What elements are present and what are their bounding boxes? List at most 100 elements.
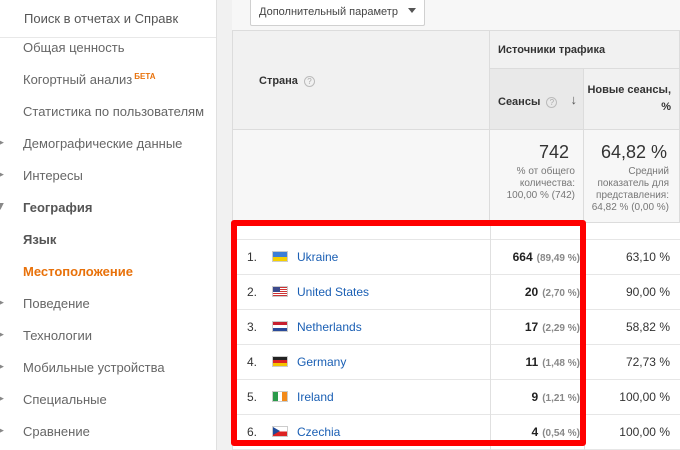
collapse-caret-icon: ▶ (0, 203, 6, 210)
sidebar-item-label: Мобильные устройства (23, 360, 165, 375)
table-row[interactable]: 5. Ireland 9 (1,21 %) 100,00 % (232, 380, 680, 415)
sessions-cell: 11 (1,48 %) (490, 355, 580, 369)
totals-new-sessions-value: 64,82 % (600, 142, 667, 162)
sidebar-item-location[interactable]: Местоположение (0, 260, 216, 284)
sidebar-item-label: География (23, 200, 93, 215)
sidebar-item-lifetime-value[interactable]: Общая ценность (0, 36, 216, 60)
row-number: 5. (247, 390, 258, 404)
flag-ireland-icon (272, 391, 288, 402)
table-row[interactable]: 6. Czechia 4 (0,54 %) 100,00 % (232, 415, 680, 450)
sessions-percent: (0,54 %) (542, 428, 580, 439)
sessions-cell: 4 (0,54 %) (490, 425, 580, 439)
table-row[interactable]: 3. Netherlands 17 (2,29 %) 58,82 % (232, 310, 680, 345)
flag-ukraine-icon (272, 251, 288, 262)
sidebar-item-label: Статистика по пользователям (23, 104, 205, 119)
sidebar-item-label: Местоположение (23, 264, 133, 279)
sidebar: Поиск в отчетах и Справк Общая ценность … (0, 0, 216, 450)
new-sessions-cell: 58,82 % (625, 320, 670, 334)
sidebar-divider[interactable] (216, 0, 232, 450)
sidebar-item-technology[interactable]: ▶ Технологии (0, 324, 216, 348)
flag-united-states-icon (272, 286, 288, 297)
new-sessions-cell: 100,00 % (619, 390, 670, 404)
sidebar-item-cohort-analysis[interactable]: Когортный анализ БЕТА (0, 68, 216, 92)
expand-caret-icon: ▶ (0, 425, 4, 435)
help-icon[interactable]: ? (303, 75, 315, 87)
country-link[interactable]: Ukraine (297, 250, 338, 264)
report-search[interactable]: Поиск в отчетах и Справк (0, 0, 216, 38)
row-number: 4. (247, 355, 258, 369)
sidebar-item-label: Специальные (23, 392, 107, 407)
country-link[interactable]: United States (297, 285, 369, 299)
sidebar-item-geo[interactable]: ▶ География (0, 196, 216, 220)
sessions-value: 4 (531, 425, 539, 439)
column-header-country[interactable]: Страна? (232, 30, 490, 130)
expand-caret-icon: ▶ (0, 137, 4, 147)
column-header-text: Сеансы (498, 96, 541, 108)
totals-new-sessions-note: Средний показатель для представления: 64… (591, 166, 669, 213)
beta-badge: БЕТА (134, 72, 156, 81)
sessions-value: 20 (524, 285, 539, 299)
country-link[interactable]: Czechia (297, 425, 340, 439)
sessions-percent: (2,29 %) (542, 323, 580, 334)
sessions-percent: (2,70 %) (542, 288, 580, 299)
totals-sessions-value: 742 (538, 142, 569, 162)
column-group-header: Источники трафика (490, 30, 680, 69)
totals-sessions-cell: 742 % от общего количества: 100,00 % (74… (490, 130, 584, 223)
flag-germany-icon (272, 356, 288, 367)
expand-caret-icon: ▶ (0, 329, 4, 339)
sessions-cell: 20 (2,70 %) (490, 285, 580, 299)
sidebar-item-user-explorer[interactable]: Статистика по пользователям (0, 100, 216, 124)
column-group-label: Источники трафика (498, 44, 606, 56)
column-separator (490, 223, 491, 450)
totals-label-cell (232, 130, 490, 223)
country-link[interactable]: Netherlands (297, 320, 362, 334)
table-row[interactable]: 1. Ukraine 664 (89,49 %) 63,10 % (232, 240, 680, 275)
column-header-label: Страна? (259, 75, 315, 87)
sidebar-item-text: Когортный анализ (23, 72, 133, 87)
sidebar-item-label: Поведение (23, 296, 90, 311)
sort-descending-icon[interactable]: ↓ (571, 92, 578, 107)
sidebar-item-interests[interactable]: ▶ Интересы (0, 164, 216, 188)
new-sessions-cell: 72,73 % (625, 355, 670, 369)
country-link[interactable]: Ireland (297, 390, 334, 404)
column-header-sessions[interactable]: Сеансы? ↓ (490, 69, 584, 130)
sidebar-item-custom[interactable]: ▶ Специальные (0, 388, 216, 412)
report-table: Страна? Источники трафика Сеансы? ↓ Новы… (232, 30, 680, 450)
table-row[interactable]: 2. United States 20 (2,70 %) 90,00 % (232, 275, 680, 310)
table-row[interactable]: 4. Germany 11 (1,48 %) 72,73 % (232, 345, 680, 380)
sidebar-item-label: Общая ценность (23, 40, 125, 55)
column-header-label: Сеансы? (498, 96, 558, 108)
sidebar-item-language[interactable]: Язык (0, 228, 216, 252)
sessions-value: 17 (524, 320, 539, 334)
sidebar-item-mobile[interactable]: ▶ Мобильные устройства (0, 356, 216, 380)
totals-new-sessions-cell: 64,82 % Средний показатель для представл… (584, 130, 680, 223)
sidebar-item-behavior[interactable]: ▶ Поведение (0, 292, 216, 316)
sidebar-item-label: Технологии (23, 328, 93, 343)
search-input[interactable]: Поиск в отчетах и Справк (24, 11, 178, 26)
row-number: 1. (247, 250, 258, 264)
sessions-percent: (89,49 %) (536, 253, 580, 264)
sessions-cell: 664 (89,49 %) (490, 250, 580, 264)
totals-sessions-note: % от общего количества: 100,00 % (742) (506, 166, 575, 201)
sessions-cell: 9 (1,21 %) (490, 390, 580, 404)
expand-caret-icon: ▶ (0, 393, 4, 403)
table-spacer (232, 223, 680, 240)
report-toolbar: Дополнительный параметр (232, 0, 680, 30)
column-header-text: Страна (259, 75, 298, 87)
new-sessions-cell: 90,00 % (625, 285, 670, 299)
country-link[interactable]: Germany (297, 355, 346, 369)
sidebar-item-benchmarking[interactable]: ▶ Сравнение (0, 420, 216, 444)
column-separator (232, 223, 233, 450)
sessions-percent: (1,21 %) (542, 393, 580, 404)
help-icon[interactable]: ? (546, 96, 558, 108)
sessions-value: 9 (531, 390, 539, 404)
secondary-dimension-dropdown[interactable]: Дополнительный параметр (250, 0, 425, 26)
row-number: 6. (247, 425, 258, 439)
sidebar-item-demographics[interactable]: ▶ Демографические данные (0, 132, 216, 156)
flag-czechia-icon (272, 426, 288, 437)
sidebar-item-label: Сравнение (23, 424, 90, 439)
chevron-down-icon (408, 8, 416, 13)
sessions-cell: 17 (2,29 %) (490, 320, 580, 334)
expand-caret-icon: ▶ (0, 361, 4, 371)
column-header-new-sessions[interactable]: Новые сеансы, % (584, 69, 680, 130)
